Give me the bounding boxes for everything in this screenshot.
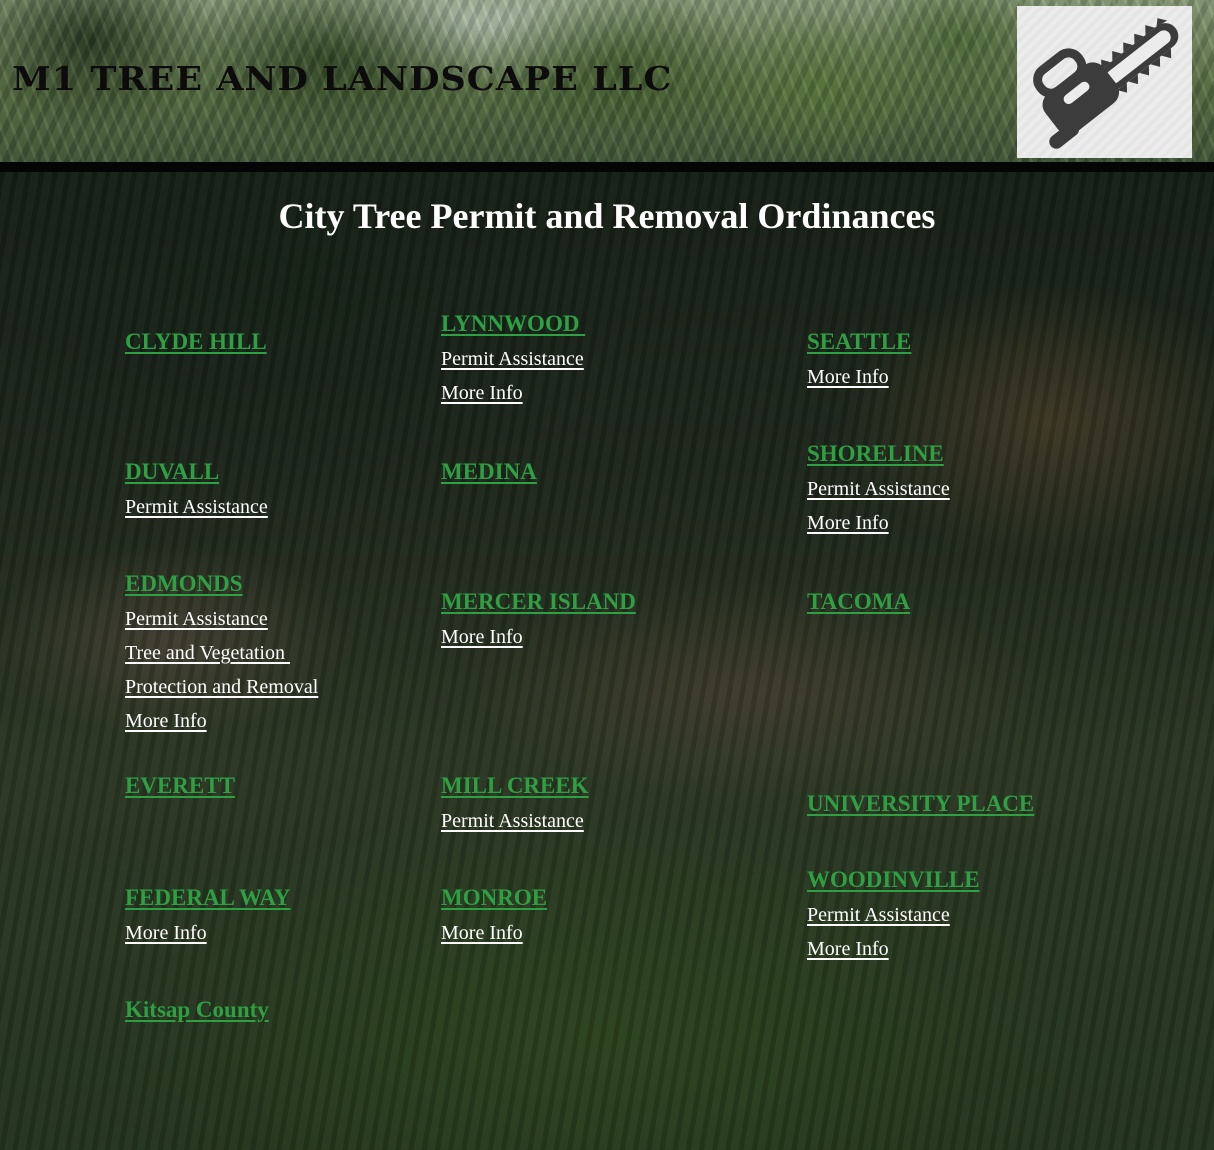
city-entry-medina: MEDINA — [441, 460, 537, 483]
city-link-shoreline[interactable]: SHORELINE — [807, 442, 950, 465]
city-link-federal-way[interactable]: FEDERAL WAY — [125, 886, 291, 909]
city-link-edmonds[interactable]: EDMONDS — [125, 572, 318, 595]
more-info-link[interactable]: More Info — [807, 939, 980, 959]
site-header: M1 TREE AND LANDSCAPE LLC — [0, 0, 1214, 162]
city-entry-monroe: MONROE More Info — [441, 886, 547, 943]
more-info-link[interactable]: More Info — [441, 923, 547, 943]
site-title[interactable]: M1 TREE AND LANDSCAPE LLC — [12, 62, 672, 95]
city-entry-duvall: DUVALL Permit Assistance — [125, 460, 268, 517]
city-link-everett[interactable]: EVERETT — [125, 774, 235, 797]
more-info-link[interactable]: More Info — [441, 627, 636, 647]
city-entry-university-place: UNIVERSITY PLACE — [807, 792, 1034, 815]
more-info-link[interactable]: More Info — [441, 383, 585, 403]
chainsaw-icon — [1033, 18, 1179, 149]
permit-assistance-link[interactable]: Permit Assistance — [441, 811, 589, 831]
city-link-kitsap-county[interactable]: Kitsap County — [125, 998, 269, 1021]
more-info-link[interactable]: More Info — [807, 513, 950, 533]
more-info-link[interactable]: More Info — [807, 367, 911, 387]
permit-assistance-link[interactable]: Permit Assistance — [441, 349, 585, 369]
page-title: City Tree Permit and Removal Ordinances — [278, 196, 936, 236]
city-link-monroe[interactable]: MONROE — [441, 886, 547, 909]
city-link-duvall[interactable]: DUVALL — [125, 460, 268, 483]
city-entry-mercer-island: MERCER ISLAND More Info — [441, 590, 636, 647]
city-link-tacoma[interactable]: TACOMA — [807, 590, 910, 613]
more-info-link[interactable]: More Info — [125, 711, 318, 731]
permit-assistance-link[interactable]: Permit Assistance — [125, 497, 268, 517]
city-entry-lynnwood: LYNNWOOD Permit Assistance More Info — [441, 312, 585, 403]
logo[interactable] — [1017, 6, 1192, 158]
city-link-clyde-hill[interactable]: CLYDE HILL — [125, 330, 267, 353]
city-entry-seattle: SEATTLE More Info — [807, 330, 911, 387]
city-link-university-place[interactable]: UNIVERSITY PLACE — [807, 792, 1034, 815]
permit-assistance-link[interactable]: Permit Assistance — [807, 905, 980, 925]
city-link-lynnwood[interactable]: LYNNWOOD — [441, 312, 585, 335]
protection-removal-link[interactable]: Protection and Removal — [125, 677, 318, 697]
city-entry-clyde-hill: CLYDE HILL — [125, 330, 267, 353]
header-divider — [0, 162, 1214, 172]
city-entry-mill-creek: MILL CREEK Permit Assistance — [441, 774, 589, 831]
tree-vegetation-link[interactable]: Tree and Vegetation — [125, 643, 318, 663]
permit-assistance-link[interactable]: Permit Assistance — [807, 479, 950, 499]
city-link-woodinville[interactable]: WOODINVILLE — [807, 868, 980, 891]
city-entry-shoreline: SHORELINE Permit Assistance More Info — [807, 442, 950, 533]
permit-assistance-link[interactable]: Permit Assistance — [125, 609, 318, 629]
city-entry-kitsap-county: Kitsap County — [125, 998, 269, 1021]
city-entry-federal-way: FEDERAL WAY More Info — [125, 886, 291, 943]
city-entry-tacoma: TACOMA — [807, 590, 910, 613]
city-entry-woodinville: WOODINVILLE Permit Assistance More Info — [807, 868, 980, 959]
city-link-mill-creek[interactable]: MILL CREEK — [441, 774, 589, 797]
city-link-seattle[interactable]: SEATTLE — [807, 330, 911, 353]
city-entry-everett: EVERETT — [125, 774, 235, 797]
main-content: City Tree Permit and Removal Ordinances … — [0, 172, 1214, 1150]
city-link-medina[interactable]: MEDINA — [441, 460, 537, 483]
city-link-mercer-island[interactable]: MERCER ISLAND — [441, 590, 636, 613]
more-info-link[interactable]: More Info — [125, 923, 291, 943]
city-entry-edmonds: EDMONDS Permit Assistance Tree and Veget… — [125, 572, 318, 731]
